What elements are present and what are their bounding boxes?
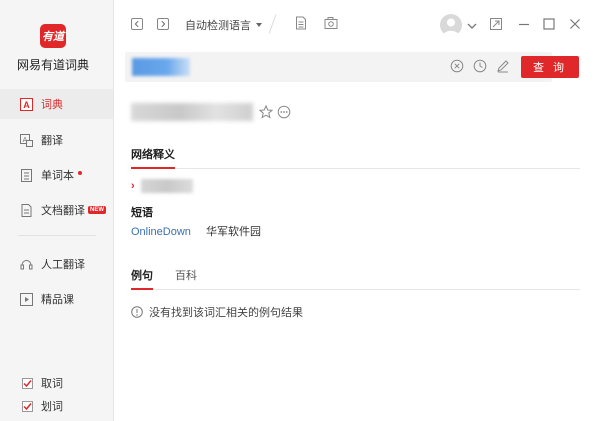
maximize-button[interactable]: [543, 18, 555, 30]
human-translate-icon: [20, 258, 33, 271]
svg-text:A: A: [23, 100, 30, 110]
notes-button[interactable]: [294, 16, 308, 30]
chevron-right-icon: [161, 20, 166, 28]
clear-button[interactable]: [450, 59, 464, 73]
maximize-icon: [543, 18, 555, 30]
translate-icon: A: [20, 133, 33, 147]
app-name: 网易有道词典: [16, 58, 89, 72]
chevron-left-icon: [134, 20, 139, 28]
clear-icon: [450, 59, 464, 73]
select-word-checkbox[interactable]: [22, 400, 33, 412]
sidebar-divider: [18, 235, 96, 236]
sidebar-item-label: 翻译: [41, 135, 63, 147]
minimize-icon: [519, 23, 529, 26]
favorite-button[interactable]: [259, 105, 273, 119]
sidebar-item-translate[interactable]: A 翻译: [0, 125, 113, 155]
phrase-row: OnlineDown 华军软件园: [131, 223, 261, 239]
sidebar-item-label: 人工翻译: [41, 259, 85, 271]
sidebar-item-human-translate[interactable]: 人工翻译: [0, 249, 113, 279]
star-icon: [259, 105, 273, 119]
sidebar-item-document-translate[interactable]: 文档翻译 NEW: [0, 195, 113, 225]
sidebar-item-dictionary[interactable]: A 词典: [0, 89, 113, 119]
back-button[interactable]: [131, 18, 143, 30]
notes-icon: [296, 16, 306, 30]
select-word-label: 划词: [41, 401, 63, 413]
close-button[interactable]: [569, 18, 581, 30]
redacted-translation: [140, 179, 193, 193]
more-icon: [277, 105, 291, 119]
sidebar-item-label: 文档翻译: [41, 205, 85, 217]
account-menu-button[interactable]: [466, 20, 478, 32]
chevron-down-icon: [256, 23, 262, 27]
titlebar: 自动检测语言: [114, 0, 594, 48]
tab-encyclopedia[interactable]: 百科: [175, 266, 197, 289]
tab-examples[interactable]: 例句: [131, 266, 153, 290]
capture-word-label: 取词: [41, 378, 63, 390]
translation-row: ›: [131, 179, 193, 193]
user-icon: [443, 18, 459, 36]
more-button[interactable]: [277, 105, 291, 119]
document-translate-icon: [20, 203, 33, 217]
phrase-translation: 华军软件园: [205, 226, 261, 238]
phrase-link[interactable]: OnlineDown: [131, 226, 191, 238]
minimize-button[interactable]: [518, 18, 530, 30]
no-results-notice: 没有找到该词汇相关的例句结果: [131, 304, 303, 320]
sidebar: 有道 网易有道词典 A 词典 A 翻译 单词本 文档翻译 NEW 人工翻译 精品…: [0, 0, 114, 421]
screenshot-translate-button[interactable]: [324, 16, 338, 30]
sidebar-item-course[interactable]: 精品课: [0, 284, 113, 314]
edit-icon: [497, 60, 509, 73]
camera-icon: [324, 17, 338, 29]
history-button[interactable]: [473, 59, 487, 73]
toolbar-divider: [268, 14, 277, 34]
sidebar-item-label: 词典: [41, 99, 63, 111]
tab-web-definition[interactable]: 网络释义: [131, 145, 175, 169]
notice-text: 没有找到该词汇相关的例句结果: [149, 307, 303, 319]
language-select[interactable]: 自动检测语言: [185, 17, 262, 33]
info-icon: [131, 306, 143, 318]
chevron-right-icon: ›: [131, 180, 135, 192]
definition-tabs: 网络释义: [131, 145, 580, 169]
capture-word-checkbox[interactable]: [22, 377, 33, 389]
example-tabs: 例句 百科: [131, 266, 580, 290]
close-icon: [570, 19, 580, 29]
language-select-label: 自动检测语言: [185, 20, 251, 32]
select-word-toggle[interactable]: 划词: [22, 398, 63, 414]
avatar[interactable]: [440, 14, 462, 36]
shrink-icon: [490, 18, 502, 30]
notification-dot: [78, 171, 82, 175]
redacted-headword: [131, 103, 253, 121]
compact-mode-button[interactable]: [490, 18, 502, 30]
word-header: [131, 103, 291, 121]
sidebar-item-label: 单词本: [41, 170, 74, 182]
chevron-down-icon: [467, 23, 477, 29]
new-badge: NEW: [88, 206, 106, 214]
sidebar-item-wordbook[interactable]: 单词本: [0, 160, 113, 190]
query-button[interactable]: 查 询: [521, 56, 579, 78]
sidebar-item-label: 精品课: [41, 294, 74, 306]
phrase-heading: 短语: [131, 207, 153, 219]
redacted-query-text: [132, 58, 190, 76]
dictionary-icon: A: [20, 97, 33, 111]
app-logo: 有道: [40, 24, 66, 48]
course-icon: [20, 292, 33, 306]
wordbook-icon: [20, 168, 33, 182]
handwriting-button[interactable]: [496, 59, 510, 73]
clock-icon: [473, 59, 487, 73]
forward-button[interactable]: [157, 18, 169, 30]
search-bar: [125, 52, 552, 82]
capture-word-toggle[interactable]: 取词: [22, 375, 63, 391]
